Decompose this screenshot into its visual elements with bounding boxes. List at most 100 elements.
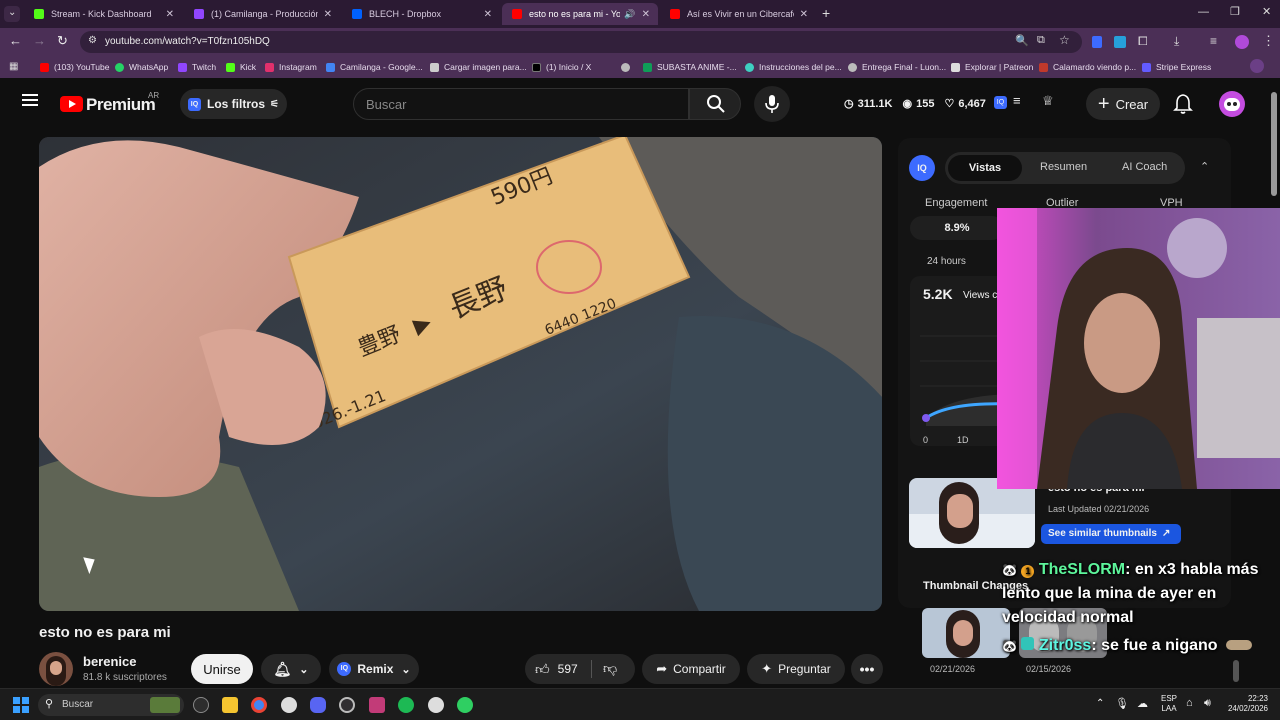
- browser-tab[interactable]: BLECH - Dropbox ✕: [342, 3, 500, 25]
- bookmark[interactable]: Calamardo viendo p...: [1039, 60, 1136, 74]
- filters-button[interactable]: IQ Los filtros ⚟: [180, 89, 287, 119]
- share-button[interactable]: ➦ Compartir: [642, 654, 740, 684]
- browser-tab[interactable]: Así es Vivir en un Cibercafé de ✕: [660, 3, 816, 25]
- bookmark[interactable]: WhatsApp: [115, 60, 168, 74]
- zoom-icon[interactable]: 🔍: [1015, 34, 1029, 47]
- vidiq-icon[interactable]: IQ: [994, 96, 1007, 109]
- cloud-icon[interactable]: ☁: [1137, 697, 1148, 710]
- close-icon[interactable]: ✕: [484, 9, 492, 20]
- panel-scrollbar[interactable]: [1233, 660, 1239, 682]
- windows-start-icon[interactable]: [13, 697, 29, 713]
- account-avatar[interactable]: [1219, 91, 1245, 117]
- list-icon[interactable]: ≡: [1013, 93, 1021, 108]
- close-window-icon[interactable]: ✕: [1262, 5, 1271, 18]
- close-icon[interactable]: ✕: [642, 9, 650, 20]
- collapse-chevron-icon[interactable]: ⌃: [1200, 160, 1209, 173]
- bookmark[interactable]: (1) Inicio / X: [532, 60, 591, 74]
- subscription-bell-button[interactable]: 🔔︎ ⌄: [261, 654, 321, 684]
- bookmark[interactable]: Cargar imagen para...: [430, 60, 527, 74]
- reload-icon[interactable]: ↻: [57, 33, 68, 49]
- hamburger-menu-icon[interactable]: [22, 94, 38, 106]
- obs-icon[interactable]: [339, 697, 355, 713]
- maximize-icon[interactable]: ❐: [1230, 5, 1240, 18]
- period-label[interactable]: 24 hours: [927, 256, 966, 267]
- bookmark[interactable]: Camilanga - Google...: [326, 60, 423, 74]
- trophy-icon[interactable]: ♕: [1042, 93, 1054, 109]
- spotify-icon[interactable]: [398, 697, 414, 713]
- browser-tab[interactable]: Stream - Kick Dashboard ✕: [24, 3, 182, 25]
- thumbnail-change-image[interactable]: [922, 608, 1010, 658]
- network-icon[interactable]: ⌂: [1186, 697, 1193, 709]
- reading-list-icon[interactable]: ≡: [1210, 34, 1217, 48]
- tab-summary[interactable]: Resumen: [1040, 161, 1087, 173]
- extension-icon[interactable]: [1114, 36, 1126, 48]
- back-icon[interactable]: ←: [9, 33, 22, 48]
- clock[interactable]: 22:23 24/02/2026: [1226, 694, 1268, 714]
- bookmark[interactable]: Explorar | Patreon: [951, 60, 1033, 74]
- taskbar-search[interactable]: ⚲ Buscar: [38, 694, 184, 716]
- speaker-icon[interactable]: 🔊: [624, 9, 635, 20]
- bookmark[interactable]: Instrucciones del pe...: [745, 60, 842, 74]
- settings-gear-icon[interactable]: [281, 697, 297, 713]
- extension-avatar-icon[interactable]: [1250, 59, 1264, 73]
- tab-search-button[interactable]: ⌄: [4, 6, 20, 22]
- page-scrollbar[interactable]: [1271, 92, 1277, 196]
- channel-name[interactable]: berenice: [83, 654, 136, 669]
- bookmark-star-icon[interactable]: ☆: [1059, 33, 1070, 47]
- close-icon[interactable]: ✕: [324, 9, 332, 20]
- menu-icon[interactable]: ⋮: [1262, 33, 1275, 49]
- streaming-app-icon[interactable]: [369, 697, 385, 713]
- bookmark[interactable]: Entrega Final - Luon...: [848, 60, 946, 74]
- ask-button[interactable]: ✦ Preguntar: [747, 654, 845, 684]
- bookmark[interactable]: [621, 60, 635, 74]
- remix-button[interactable]: IQ Remix ⌄: [329, 654, 419, 684]
- bookmark[interactable]: Twitch: [178, 60, 216, 74]
- thumbs-up-icon[interactable]: 👍︎: [535, 661, 550, 678]
- chrome-icon[interactable]: [251, 697, 267, 713]
- search-button[interactable]: [689, 88, 741, 120]
- bookmark[interactable]: Instagram: [265, 60, 317, 74]
- close-icon[interactable]: ✕: [800, 9, 808, 20]
- notifications-bell-icon[interactable]: [1173, 93, 1193, 115]
- address-bar[interactable]: ⚙ youtube.com/watch?v=T0fzn105hDQ 🔍 ⧉ ☆: [80, 31, 1082, 53]
- extension-icon[interactable]: [1092, 36, 1102, 48]
- steam-icon[interactable]: [428, 697, 444, 713]
- thumbs-down-icon[interactable]: 👎︎: [603, 660, 617, 677]
- file-explorer-icon[interactable]: [222, 697, 238, 713]
- site-info-icon[interactable]: ⚙: [88, 35, 97, 46]
- volume-icon[interactable]: 🔊︎: [1204, 697, 1211, 710]
- tab-views[interactable]: Vistas: [948, 155, 1022, 181]
- search-icon: ⚲: [45, 698, 54, 710]
- app-icon[interactable]: [457, 697, 473, 713]
- browser-tab[interactable]: (1) Camilanga - Producción de ✕: [184, 3, 340, 25]
- more-actions-button[interactable]: •••: [851, 654, 883, 684]
- discord-icon[interactable]: [310, 697, 326, 713]
- tray-chevron-icon[interactable]: ⌃: [1096, 698, 1104, 709]
- new-tab-icon[interactable]: +: [822, 5, 830, 21]
- bookmark[interactable]: Kick: [226, 60, 256, 74]
- profile-avatar[interactable]: [1235, 35, 1249, 49]
- browser-tab-active[interactable]: esto no es para mi - YouTu 🔊 ✕: [502, 3, 658, 25]
- minimize-icon[interactable]: —: [1198, 6, 1209, 18]
- video-player[interactable]: 豊野 ▶ 長野 2026.-1.21 590円 6440 1220: [39, 137, 882, 611]
- voice-search-button[interactable]: [754, 86, 790, 122]
- task-view-icon[interactable]: [193, 697, 209, 713]
- bookmark[interactable]: Stripe Express: [1142, 60, 1211, 74]
- channel-avatar[interactable]: [39, 652, 73, 686]
- puzzle-icon[interactable]: ⧠: [1138, 34, 1148, 49]
- globe-icon: [848, 62, 857, 72]
- bookmark[interactable]: (103) YouTube: [40, 60, 109, 74]
- close-icon[interactable]: ✕: [166, 9, 174, 20]
- bookmark[interactable]: SUBASTA ANIME -...: [643, 60, 737, 74]
- input-language[interactable]: ESP LAA: [1161, 694, 1177, 714]
- apps-grid-icon[interactable]: ▦: [9, 61, 18, 72]
- cast-icon[interactable]: ⧉: [1037, 34, 1045, 47]
- search-input[interactable]: Buscar: [353, 88, 689, 120]
- forward-icon[interactable]: →: [33, 33, 46, 48]
- tab-ai-coach[interactable]: AI Coach: [1122, 161, 1167, 173]
- create-button[interactable]: + Crear: [1086, 88, 1160, 120]
- see-similar-thumbnails-button[interactable]: See similar thumbnails ↗: [1041, 524, 1181, 544]
- download-icon[interactable]: ⤓: [1174, 34, 1179, 49]
- microphone-icon[interactable]: 🎙︎: [1115, 697, 1129, 710]
- join-button[interactable]: Unirse: [191, 654, 253, 684]
